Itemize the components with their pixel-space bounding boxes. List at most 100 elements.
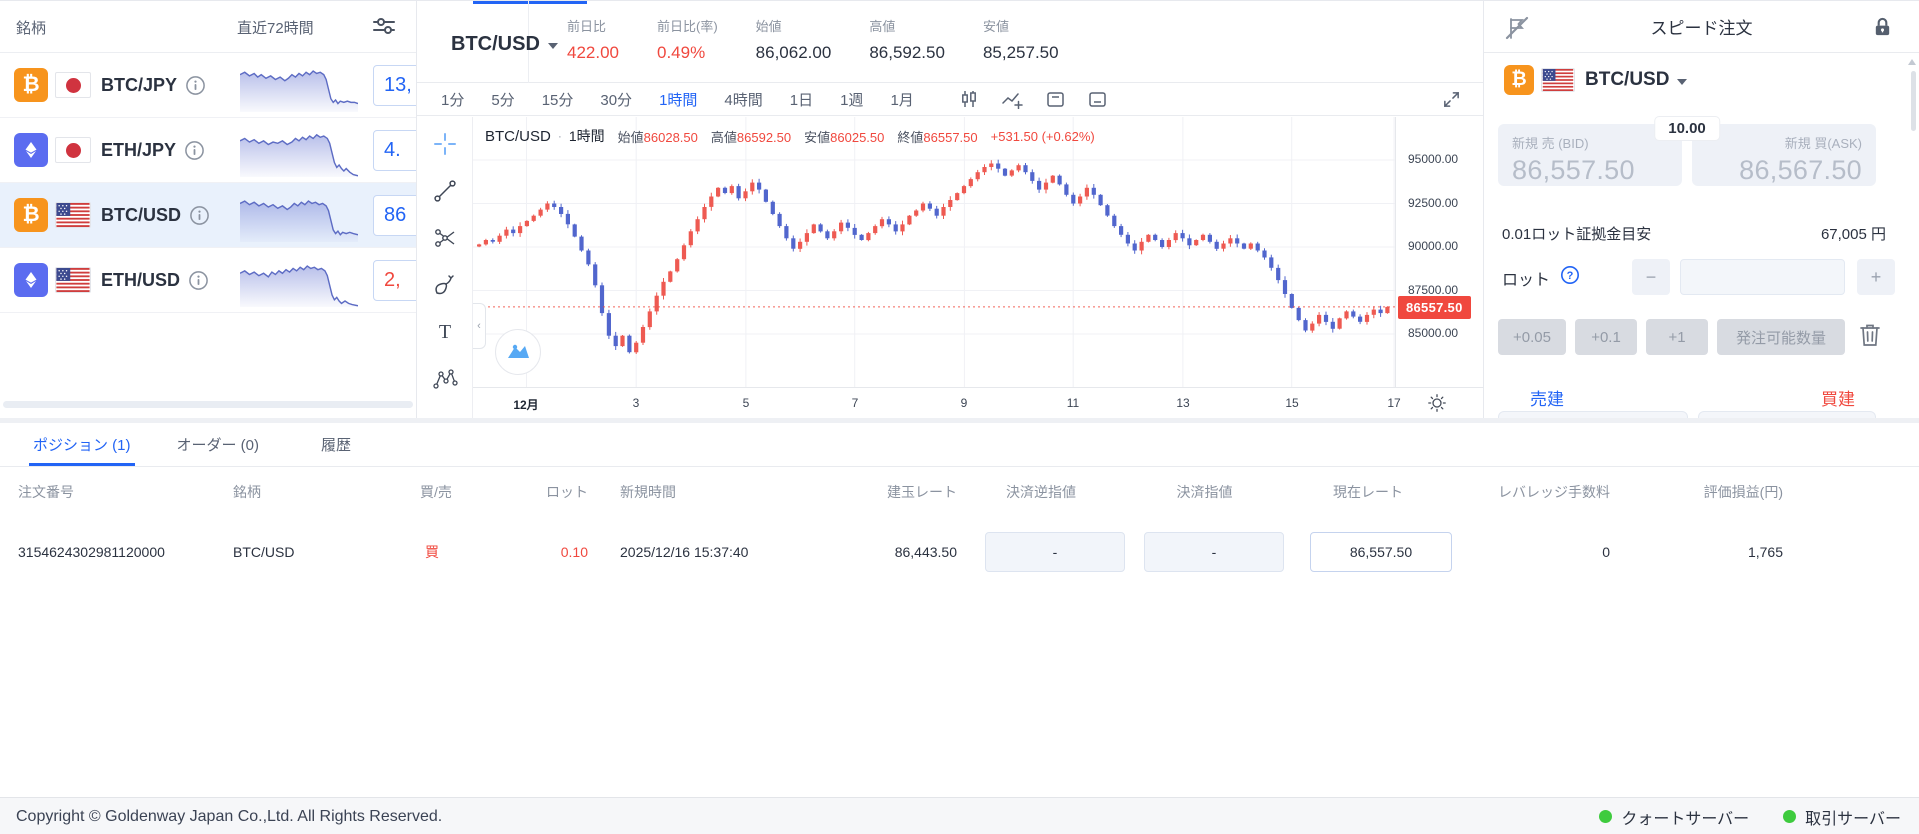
timeframe-5分[interactable]: 5分 [491,89,514,110]
symbol-row-ETH-USD[interactable]: ETH/USD2, [0,248,416,313]
ask-label: 新規 買(ASK) [1706,133,1862,152]
speed-order-title: スピード注文 [1651,14,1753,39]
speed-order-header: スピード注文 [1484,1,1919,53]
stat-始値: 始値86,062.00 [756,16,832,63]
quote-price-button[interactable]: 2, [373,260,417,301]
gann-fib-tool-icon[interactable] [432,225,458,251]
fullscreen-expand-icon[interactable] [1442,90,1461,109]
symbol-label: BTC/USD [101,205,181,226]
order-symbol-selector[interactable]: ₿ BTC/USD [1504,65,1687,95]
lot-input[interactable] [1680,259,1845,295]
info-icon[interactable] [189,205,210,226]
jp-flag-icon [55,137,91,163]
timeframe-1日[interactable]: 1日 [790,89,813,110]
quote-price-button[interactable]: 13, [373,65,417,106]
column-header-2: 銘柄 [215,467,420,517]
trash-icon[interactable] [1854,322,1882,353]
candle-chart-plot[interactable]: BTC/USD · 1時間 始値86028.50高値86592.50安値8602… [473,117,1395,387]
time-axis-label: 9 [961,396,968,410]
flag-slash-icon[interactable] [1504,15,1530,41]
lot-increase-button[interactable]: + [1857,259,1895,295]
symbol-row-BTC-JPY[interactable]: ₿BTC/JPY13, [0,53,416,118]
sell-open-link[interactable]: 売建 [1530,385,1564,410]
info-icon[interactable] [188,270,209,291]
last-price-tag: 86557.50 [1398,296,1471,319]
buy-ask-button[interactable]: 新規 買(ASK) 86,567.50 [1692,124,1876,186]
timeframe-bar: 1分 5分 15分 30分 1時間 4時間 1日 1週 1月 [417,83,1483,116]
btc-icon: ₿ [1504,65,1534,95]
trendline-tool-icon[interactable] [432,178,458,204]
column-header-9: 現在レート [1284,467,1452,517]
current-rate-button[interactable]: 86,557.50 [1310,532,1452,572]
open-rate-cell: 86,443.50 [860,517,957,587]
sidebar-horizontal-scrollbar[interactable] [3,401,413,408]
panel-scrollbar[interactable] [1911,71,1916,131]
brush-tool-icon[interactable] [432,272,458,298]
crosshair-icon[interactable] [432,131,458,157]
buy-button-top[interactable] [1698,411,1876,418]
symbol-cell: BTC/USD [215,517,420,587]
candle-style-icon[interactable] [959,89,979,109]
tab-positions[interactable]: ポジション (1) [33,423,131,466]
help-question-icon[interactable]: ? [1560,265,1580,290]
lot-quick-buttons: +0.05+0.1+1発注可能数量 [1498,319,1882,355]
symbol-row-BTC-USD[interactable]: ₿BTC/USD86 [0,183,416,248]
filter-sliders-icon[interactable] [372,15,396,41]
eth-icon [14,263,48,297]
drawing-toolbar: T [417,117,473,418]
panel-scrollbar-arrow[interactable] [1908,59,1916,65]
timeframe-1週[interactable]: 1週 [840,89,863,110]
stat-value: 85,257.50 [983,43,1059,62]
tab-history[interactable]: 履歴 [321,423,351,466]
candlestick-chart [473,117,1395,387]
available-quantity-button[interactable]: 発注可能数量 [1717,319,1845,355]
bid-label: 新規 売 (BID) [1512,133,1668,152]
status-green-dot [1599,810,1612,823]
toolbar-collapse-handle[interactable]: ‹ [473,303,486,349]
chart-settings-sun-icon[interactable] [1428,394,1446,412]
margin-label: 0.01ロット証拠金目安 [1502,223,1651,244]
time-axis-label: 12月 [513,396,538,413]
spread-value: 10.00 [1655,117,1719,140]
panel-layout-bottom-icon[interactable] [1087,89,1107,109]
panel-layout-top-icon[interactable] [1045,89,1065,109]
lot-quick-button-+0.1[interactable]: +0.1 [1575,319,1637,355]
buy-open-link[interactable]: 買建 [1821,385,1855,410]
timeframe-1時間[interactable]: 1時間 [659,89,697,110]
legend-item: 始値86028.50 [618,127,698,146]
chart-panel: BTC/USD 前日比422.00前日比(率)0.49%始値86,062.00高… [417,1,1484,418]
timeframe-30分[interactable]: 30分 [600,89,632,110]
legend-ohlc: 始値86028.50高値86592.50安値86025.50終値86557.50 [618,127,978,146]
quote-price-button[interactable]: 86 [373,195,417,236]
footer: Copyright © Goldenway Japan Co.,Ltd. All… [0,797,1919,834]
sell-button-top[interactable] [1498,411,1688,418]
legend-separator: · [558,129,562,143]
legend-symbol: BTC/USD [485,128,551,145]
lot-quick-button-+1[interactable]: +1 [1646,319,1708,355]
info-icon[interactable] [185,75,206,96]
time-axis[interactable]: 12月357911131517 [473,387,1484,418]
limit-value-button[interactable]: - [1144,532,1284,572]
timeframe-1月[interactable]: 1月 [890,89,913,110]
position-row[interactable]: 3154624302981120000BTC/USD買0.102025/12/1… [0,517,1919,587]
us-flag-icon [55,267,91,293]
timeframe-4時間[interactable]: 4時間 [724,89,762,110]
timeframe-15分[interactable]: 15分 [542,89,574,110]
add-indicator-icon[interactable] [1001,89,1023,109]
pattern-tool-icon[interactable] [432,366,458,392]
lot-quick-button-+0.05[interactable]: +0.05 [1498,319,1566,355]
quote-price-button[interactable]: 4. [373,130,417,171]
lock-icon[interactable] [1872,16,1893,38]
chart-symbol-tab[interactable]: BTC/USD [417,1,529,83]
info-icon[interactable] [184,140,205,161]
lot-decrease-button[interactable]: − [1632,259,1670,295]
timeframe-1分[interactable]: 1分 [441,89,464,110]
stop-value-button[interactable]: - [985,532,1125,572]
lot-label: ロット [1502,266,1550,290]
tab-orders[interactable]: オーダー (0) [177,423,260,466]
symbol-row-ETH-JPY[interactable]: ETH/JPY4. [0,118,416,183]
price-axis[interactable]: 86557.50 95000.0092500.0090000.0087500.0… [1395,117,1484,387]
text-tool-icon[interactable]: T [432,319,458,345]
stat-高値: 高値86,592.50 [869,16,945,63]
positions-tabs: ポジション (1) オーダー (0) 履歴 [0,423,1919,467]
